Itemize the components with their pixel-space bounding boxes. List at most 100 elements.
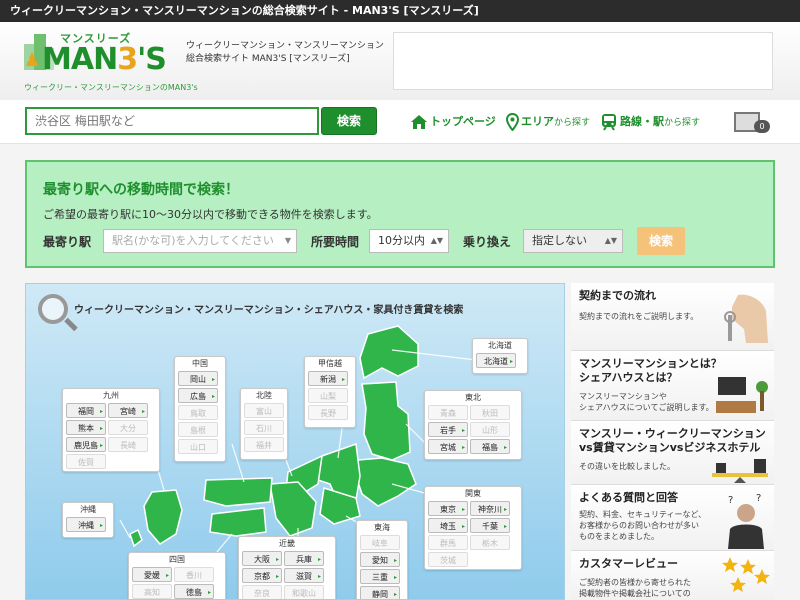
walking-person-icon: ♟ [24,50,41,71]
transfer-label: 乗り換え [463,235,512,249]
pref-button[interactable]: 埼玉 [428,518,468,534]
favorites-count-badge: 0 [754,120,770,133]
map-okinawa[interactable] [129,528,143,548]
pref-button[interactable]: 大阪 [242,551,282,567]
pref-button[interactable]: 福島 [470,439,510,455]
travel-time-label: 所要時間 [311,235,360,249]
card-customer-review[interactable]: カスタマーレビュー ご契約者の皆様から寄せられた 掲載物件や掲載会社についての [571,551,774,600]
pref-button[interactable]: 宮崎 [108,403,148,419]
station-search-button[interactable]: 検索 [637,227,685,255]
pref-button: 福井 [244,437,284,452]
logo-tagline: ウィークリー・マンスリーマンションのMAN3's [24,83,198,92]
map-chugoku[interactable] [203,477,273,507]
map-shikoku[interactable] [209,507,267,537]
transfer-select[interactable]: 指定しない ▲▼ [523,229,623,253]
card-faq[interactable]: よくある質問と回答 契約、料金、セキュリティーなど、 お客様からのお問い合わせが多… [571,485,774,551]
chevron-updown-icon: ▲▼ [604,236,617,245]
pref-button: 大分 [108,420,148,435]
map-kanto[interactable] [355,457,417,507]
header-description: ウィークリーマンション・マンスリーマンション 総合検索サイト MAN3'S [マ… [186,41,384,64]
chevron-down-icon: ▼ [284,236,291,245]
search-input[interactable] [25,107,319,135]
pref-button[interactable]: 新潟 [308,371,348,387]
pref-button: 青森 [428,405,468,420]
station-search-description: ご希望の最寄り駅に10〜30分以内で移動できる物件を検索します。 [43,208,378,221]
pref-button[interactable]: 千葉 [470,518,510,534]
pref-button[interactable]: 福岡 [66,403,106,419]
region-tohoku: 東北 青森秋田岩手山形宮城福島 [424,390,522,460]
pref-button: 山口 [178,439,218,454]
nav-search-by-area[interactable]: エリアから探す [506,112,590,132]
station-search-title: 最寄り駅への移動時間で検索！ [43,182,239,198]
region-hokkaido: 北海道 北海道 [472,338,528,374]
japan-map-search: ウィークリーマンション・マンスリーマンション・シェアハウス・家具付き賃貸を検索 [25,283,565,600]
svg-text:?: ? [728,495,733,506]
pref-button: 山梨 [308,388,348,403]
pref-button[interactable]: 東京 [428,501,468,517]
card-what-is-monthly-mansion[interactable]: マンスリーマンションとは？ シェアハウスとは？ マンスリーマンションや シェアハウス… [571,351,774,421]
search-button[interactable]: 検索 [321,107,377,135]
pref-button[interactable]: 沖縄 [66,517,106,533]
pref-button[interactable]: 熊本 [66,420,106,436]
pref-button: 奈良 [242,585,282,599]
map-pin-icon [506,113,519,131]
pref-button[interactable]: 北海道 [476,353,516,369]
nav-top-page[interactable]: トップページ [410,112,496,132]
pref-button[interactable]: 岩手 [428,422,468,438]
pref-button: 高知 [132,584,172,599]
logo-mark: MAN3'S [42,42,167,77]
pref-button: 秋田 [470,405,510,420]
pref-button: 茨城 [428,552,468,567]
region-okinawa: 沖縄 沖縄 [62,502,114,538]
pref-button[interactable]: 京都 [242,568,282,584]
pref-button: 香川 [174,567,214,582]
pref-button: 群馬 [428,535,468,550]
travel-time-select[interactable]: 10分以内 ▲▼ [369,229,449,253]
room-interior-icon [716,377,768,413]
region-shikoku: 四国 愛媛香川高知徳島 [128,552,226,599]
pref-button: 山形 [470,422,510,437]
pref-button: 長崎 [108,437,148,452]
pref-button: 島根 [178,422,218,437]
pref-button[interactable]: 兵庫 [284,551,324,567]
pref-button[interactable]: 徳島 [174,584,214,599]
region-kinki: 近畿 大阪兵庫京都滋賀奈良和歌山 [238,536,336,599]
pref-button[interactable]: 滋賀 [284,568,324,584]
pref-button: 富山 [244,403,284,418]
svg-text:?: ? [756,493,761,504]
map-tohoku[interactable] [361,381,411,461]
pref-button[interactable]: 鹿児島 [66,437,106,453]
favorites-box[interactable]: 0 [734,112,772,134]
region-kyushu: 九州 福岡宮崎熊本大分鹿児島長崎佐賀 [62,388,160,472]
train-icon [602,114,616,131]
card-contract-flow[interactable]: 契約までの流れ 契約までの流れをご説明します。 [571,283,774,351]
pref-button: 鳥取 [178,405,218,420]
map-kyushu[interactable] [143,489,183,545]
pref-button[interactable]: 神奈川 [470,501,510,517]
nav-search-by-line-station[interactable]: 路線・駅から探す [600,112,700,132]
region-koshinetsu: 甲信越 新潟山梨長野 [304,356,356,428]
station-label: 最寄り駅 [43,235,92,249]
home-icon [411,115,427,129]
stars-icon [722,557,770,592]
station-name-input[interactable]: 駅名(かな可)を入力してください ▼ [103,229,297,253]
region-chugoku: 中国 岡山広島鳥取島根山口 [174,356,226,462]
pref-button[interactable]: 静岡 [360,586,400,599]
balance-scale-icon [712,459,768,483]
ad-banner[interactable] [393,32,773,90]
pref-button[interactable]: 広島 [178,388,218,404]
pref-button[interactable]: 宮城 [428,439,468,455]
pref-button[interactable]: 岡山 [178,371,218,387]
pref-button: 岐阜 [360,535,400,550]
pref-button: 和歌山 [284,585,324,599]
pref-button[interactable]: 三重 [360,569,400,585]
card-comparison[interactable]: マンスリー・ウィークリーマンション vs賃貸マンションvsビジネスホテル その違い… [571,421,774,485]
region-kanto: 関東 東京神奈川埼玉千葉群馬栃木茨城 [424,486,522,570]
region-tokai: 東海 岐阜愛知三重静岡 [356,520,408,599]
pref-button[interactable]: 愛媛 [132,567,172,583]
site-logo[interactable]: ♟ マンスリーズ MAN3'S ウィークリー・マンスリーマンションのMAN3's [22,30,198,96]
region-hokuriku: 北陸 富山 石川 福井 [240,388,288,460]
pref-button[interactable]: 愛知 [360,552,400,568]
pref-button: 栃木 [470,535,510,550]
pref-button: 長野 [308,405,348,420]
